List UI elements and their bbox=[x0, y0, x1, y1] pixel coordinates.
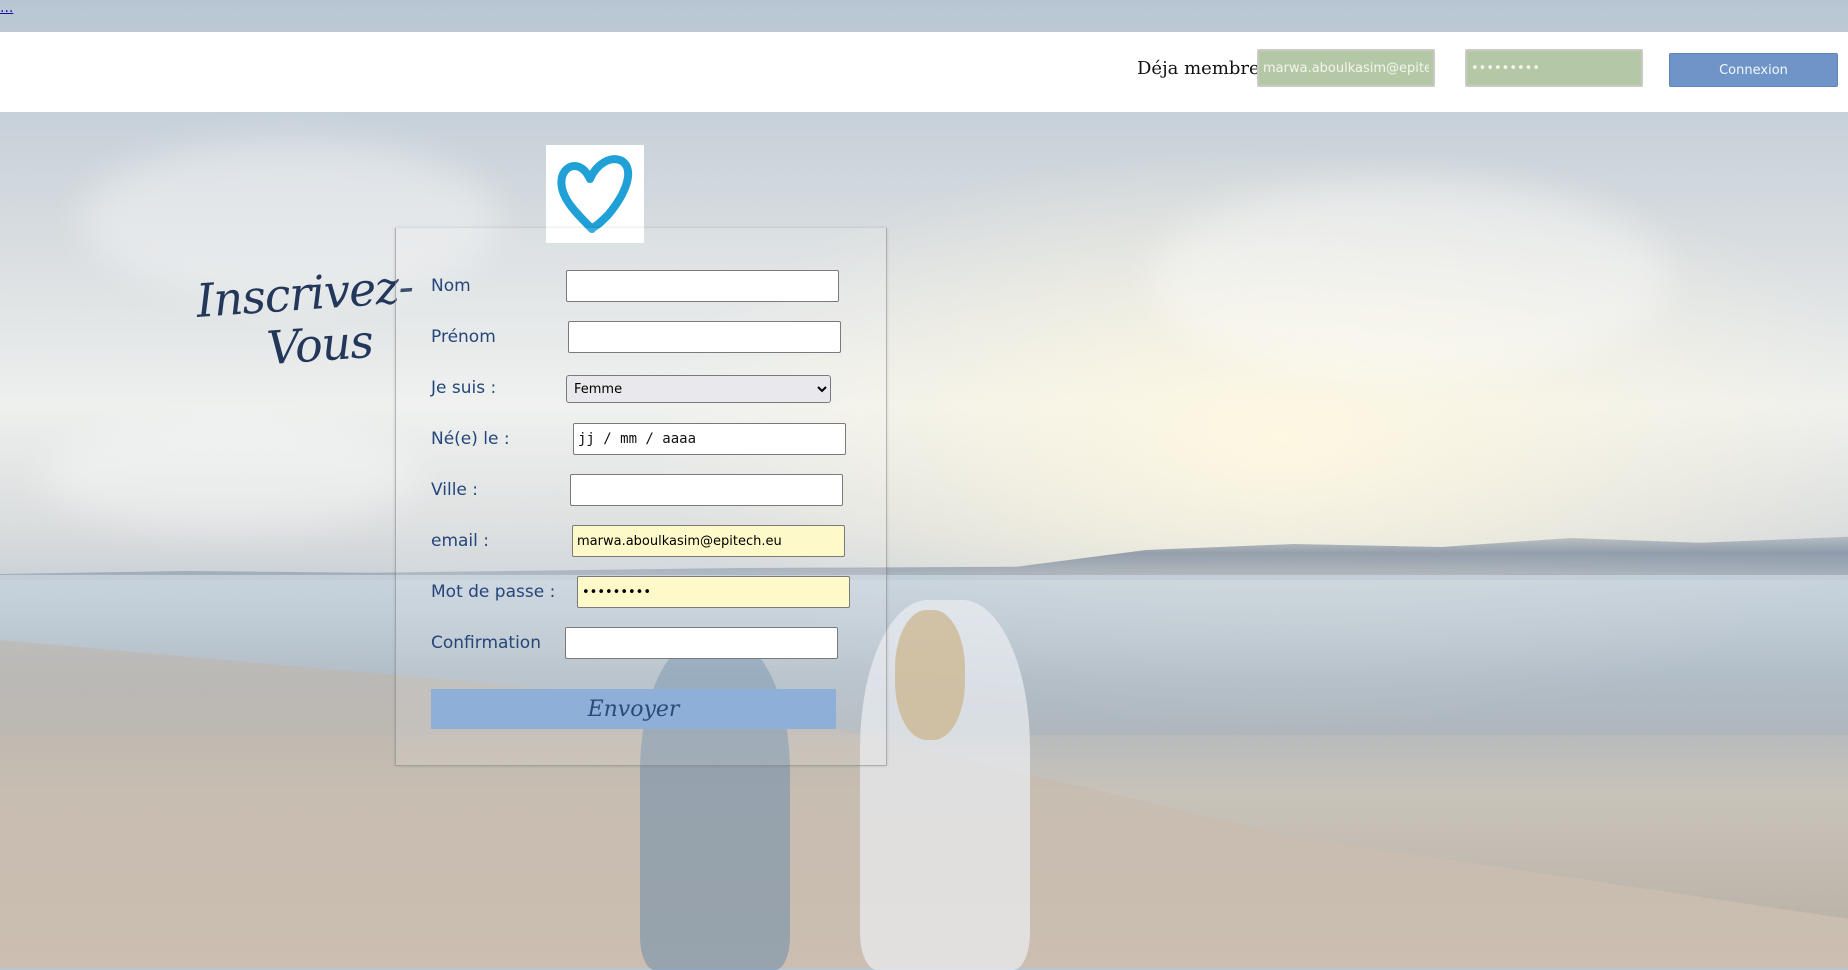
prenom-input[interactable] bbox=[568, 321, 841, 353]
birth-date-placeholder: jj / mm / aaaa bbox=[578, 431, 697, 447]
birth-date-input[interactable]: jj / mm / aaaa bbox=[573, 423, 846, 455]
connexion-button[interactable]: Connexion bbox=[1669, 53, 1838, 87]
gender-select[interactable]: Femme bbox=[566, 375, 831, 403]
ville-input[interactable] bbox=[570, 474, 843, 506]
login-password-input[interactable] bbox=[1465, 49, 1643, 87]
ville-label: Ville : bbox=[431, 480, 479, 500]
member-label: Déja membre bbox=[1137, 58, 1260, 79]
nom-label: Nom bbox=[431, 276, 471, 296]
nom-input[interactable] bbox=[566, 270, 839, 302]
confirm-label: Confirmation bbox=[431, 633, 541, 653]
skip-link[interactable]: ... bbox=[0, 0, 13, 16]
confirm-password-input[interactable] bbox=[565, 627, 838, 659]
email-label: email : bbox=[431, 531, 490, 551]
signup-heading: Inscrivez- Vous bbox=[195, 259, 415, 379]
submit-button[interactable]: Envoyer bbox=[431, 689, 836, 729]
password-label: Mot de passe : bbox=[431, 582, 556, 602]
email-input[interactable] bbox=[572, 525, 845, 557]
password-input[interactable] bbox=[577, 576, 850, 608]
gender-label: Je suis : bbox=[431, 378, 497, 398]
birth-label: Né(e) le : bbox=[431, 429, 510, 449]
heart-icon bbox=[557, 155, 633, 233]
login-email-input[interactable] bbox=[1257, 49, 1435, 87]
prenom-label: Prénom bbox=[431, 327, 496, 347]
